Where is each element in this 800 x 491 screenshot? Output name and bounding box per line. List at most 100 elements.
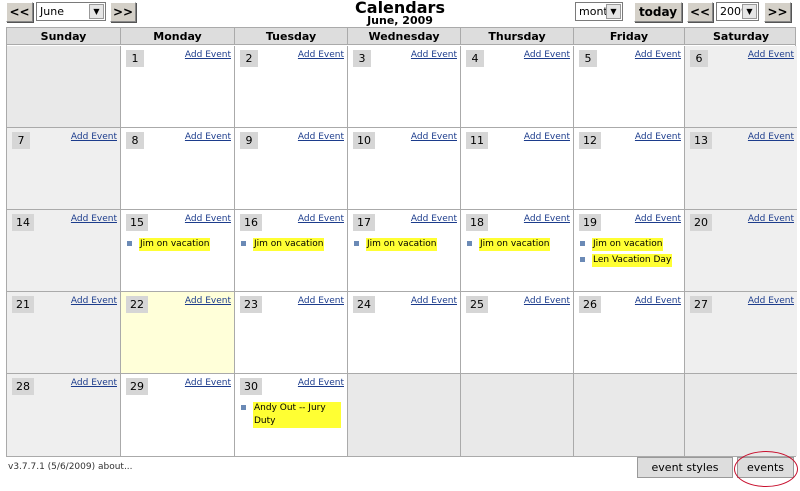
add-event-link[interactable]: Add Event — [635, 132, 681, 142]
add-event-link[interactable]: Add Event — [748, 296, 794, 306]
year-select[interactable]: 2009 ▼ — [716, 2, 759, 21]
calendar-cell-17[interactable]: 17 Add Event Jim on vacation — [348, 210, 461, 292]
day-number[interactable]: 29 — [126, 378, 148, 395]
day-number[interactable]: 6 — [690, 50, 708, 67]
view-select[interactable]: month ▼ — [575, 2, 623, 21]
calendar-cell-2[interactable]: 2 Add Event — [235, 46, 348, 128]
add-event-link[interactable]: Add Event — [524, 50, 570, 60]
event-styles-button[interactable]: event styles — [637, 457, 733, 478]
event-item[interactable]: Andy Out -- Jury Duty — [241, 402, 341, 428]
calendar-cell-24[interactable]: 24 Add Event — [348, 292, 461, 374]
day-number[interactable]: 19 — [579, 214, 601, 231]
day-number[interactable]: 15 — [126, 214, 148, 231]
add-event-link[interactable]: Add Event — [635, 296, 681, 306]
day-number[interactable]: 20 — [690, 214, 712, 231]
event-title[interactable]: Jim on vacation — [139, 238, 211, 251]
calendar-cell-23[interactable]: 23 Add Event — [235, 292, 348, 374]
calendar-cell-20[interactable]: 20 Add Event — [685, 210, 797, 292]
calendar-cell-10[interactable]: 10 Add Event — [348, 128, 461, 210]
events-button[interactable]: events — [737, 457, 794, 478]
day-number[interactable]: 28 — [12, 378, 34, 395]
add-event-link[interactable]: Add Event — [524, 132, 570, 142]
calendar-cell-8[interactable]: 8 Add Event — [121, 128, 235, 210]
add-event-link[interactable]: Add Event — [71, 132, 117, 142]
day-number[interactable]: 3 — [353, 50, 371, 67]
next-year-button[interactable]: >> — [764, 2, 791, 22]
calendar-cell-6[interactable]: 6 Add Event — [685, 46, 797, 128]
event-title[interactable]: Andy Out -- Jury Duty — [253, 402, 341, 428]
add-event-link[interactable]: Add Event — [185, 50, 231, 60]
add-event-link[interactable]: Add Event — [298, 214, 344, 224]
day-number[interactable]: 24 — [353, 296, 375, 313]
version-info[interactable]: v3.7.7.1 (5/6/2009) about... — [8, 462, 133, 472]
day-number[interactable]: 23 — [240, 296, 262, 313]
add-event-link[interactable]: Add Event — [298, 132, 344, 142]
day-number[interactable]: 8 — [126, 132, 144, 149]
day-number[interactable]: 30 — [240, 378, 262, 395]
day-number[interactable]: 17 — [353, 214, 375, 231]
event-item[interactable]: Jim on vacation — [127, 238, 227, 251]
add-event-link[interactable]: Add Event — [71, 214, 117, 224]
add-event-link[interactable]: Add Event — [411, 296, 457, 306]
add-event-link[interactable]: Add Event — [524, 214, 570, 224]
add-event-link[interactable]: Add Event — [185, 214, 231, 224]
day-number[interactable]: 2 — [240, 50, 258, 67]
day-number[interactable]: 4 — [466, 50, 484, 67]
today-button[interactable]: today — [634, 2, 682, 22]
day-number[interactable]: 21 — [12, 296, 34, 313]
calendar-cell-11[interactable]: 11 Add Event — [461, 128, 574, 210]
calendar-cell-13[interactable]: 13 Add Event — [685, 128, 797, 210]
add-event-link[interactable]: Add Event — [524, 296, 570, 306]
day-number[interactable]: 12 — [579, 132, 601, 149]
calendar-cell-5[interactable]: 5 Add Event — [574, 46, 685, 128]
add-event-link[interactable]: Add Event — [411, 214, 457, 224]
event-item[interactable]: Jim on vacation — [467, 238, 567, 251]
add-event-link[interactable]: Add Event — [185, 296, 231, 306]
day-number[interactable]: 7 — [12, 132, 30, 149]
calendar-cell-15[interactable]: 15 Add Event Jim on vacation — [121, 210, 235, 292]
day-number[interactable]: 27 — [690, 296, 712, 313]
day-number[interactable]: 26 — [579, 296, 601, 313]
day-number[interactable]: 9 — [240, 132, 258, 149]
chevron-down-icon[interactable]: ▼ — [742, 4, 757, 19]
calendar-cell-29[interactable]: 29 Add Event — [121, 374, 235, 456]
calendar-cell-22[interactable]: 22 Add Event — [121, 292, 235, 374]
add-event-link[interactable]: Add Event — [635, 214, 681, 224]
add-event-link[interactable]: Add Event — [185, 132, 231, 142]
calendar-cell-9[interactable]: 9 Add Event — [235, 128, 348, 210]
prev-year-button[interactable]: << — [687, 2, 713, 22]
calendar-cell-4[interactable]: 4 Add Event — [461, 46, 574, 128]
event-title[interactable]: Jim on vacation — [479, 238, 551, 251]
add-event-link[interactable]: Add Event — [748, 50, 794, 60]
add-event-link[interactable]: Add Event — [748, 132, 794, 142]
day-number[interactable]: 10 — [353, 132, 375, 149]
calendar-cell-28[interactable]: 28 Add Event — [7, 374, 121, 456]
chevron-down-icon[interactable]: ▼ — [606, 4, 621, 19]
day-number[interactable]: 25 — [466, 296, 488, 313]
add-event-link[interactable]: Add Event — [748, 214, 794, 224]
calendar-cell-26[interactable]: 26 Add Event — [574, 292, 685, 374]
add-event-link[interactable]: Add Event — [185, 378, 231, 388]
add-event-link[interactable]: Add Event — [411, 132, 457, 142]
day-number[interactable]: 22 — [126, 296, 148, 313]
add-event-link[interactable]: Add Event — [71, 378, 117, 388]
event-title[interactable]: Jim on vacation — [592, 238, 664, 251]
event-title[interactable]: Jim on vacation — [253, 238, 325, 251]
day-number[interactable]: 11 — [466, 132, 488, 149]
day-number[interactable]: 1 — [126, 50, 144, 67]
event-item[interactable]: Jim on vacation — [580, 238, 680, 251]
day-number[interactable]: 13 — [690, 132, 712, 149]
event-title[interactable]: Jim on vacation — [366, 238, 438, 251]
calendar-cell-25[interactable]: 25 Add Event — [461, 292, 574, 374]
add-event-link[interactable]: Add Event — [635, 50, 681, 60]
day-number[interactable]: 14 — [12, 214, 34, 231]
calendar-cell-14[interactable]: 14 Add Event — [7, 210, 121, 292]
add-event-link[interactable]: Add Event — [71, 296, 117, 306]
event-item[interactable]: Jim on vacation — [241, 238, 341, 251]
event-item[interactable]: Len Vacation Day — [580, 254, 680, 267]
calendar-cell-3[interactable]: 3 Add Event — [348, 46, 461, 128]
add-event-link[interactable]: Add Event — [298, 50, 344, 60]
calendar-cell-12[interactable]: 12 Add Event — [574, 128, 685, 210]
add-event-link[interactable]: Add Event — [298, 296, 344, 306]
event-title[interactable]: Len Vacation Day — [592, 254, 673, 267]
